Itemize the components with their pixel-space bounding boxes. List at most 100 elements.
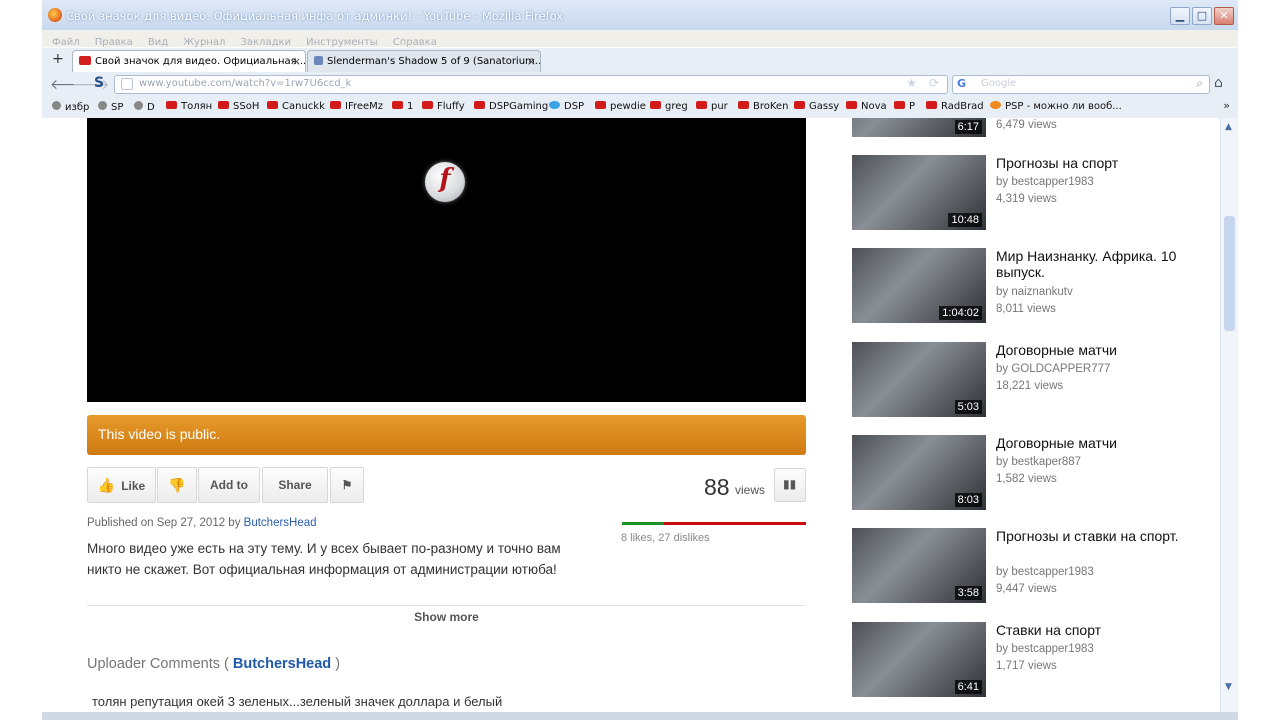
scroll-down-arrow-icon[interactable]: ▼ <box>1225 682 1232 692</box>
flash-plugin-icon[interactable]: f <box>425 162 465 202</box>
related-video-item[interactable]: 3:58 Прогнозы и ставки на спорт. by best… <box>850 528 1220 608</box>
bar-chart-icon: ▮▮ <box>783 477 797 491</box>
bookmark-item[interactable]: Canuckk <box>267 101 325 112</box>
youtube-icon <box>392 101 403 109</box>
related-video-item[interactable]: 8:03 Договорные матчи by bestkaper887 1,… <box>850 435 1220 515</box>
bookmark-item[interactable]: 1 <box>392 101 413 112</box>
gear-icon <box>52 101 61 110</box>
youtube-icon <box>650 101 661 109</box>
bookmark-label: Толян <box>181 101 213 112</box>
star-icon[interactable]: ★ <box>906 76 917 90</box>
tab-close-button[interactable]: × <box>527 51 536 72</box>
tab-inactive[interactable]: Slenderman's Shadow 5 of 9 (Sanatorium..… <box>307 50 541 72</box>
video-channel: by bestcapper1983 <box>996 643 1094 655</box>
like-button[interactable]: 👍 Like <box>87 467 156 503</box>
site-identity-icon[interactable] <box>121 78 133 90</box>
likes-dislikes-text: 8 likes, 27 dislikes <box>621 532 710 544</box>
related-video-item[interactable]: 10:48 Прогнозы на спорт by bestcapper198… <box>850 155 1220 235</box>
maximize-button[interactable]: □ <box>1192 7 1212 25</box>
youtube-icon <box>696 101 707 109</box>
bookmark-item[interactable]: Gassy <box>794 101 839 112</box>
scrollbar-thumb[interactable] <box>1224 216 1235 331</box>
video-thumbnail[interactable]: 6:41 <box>852 622 986 697</box>
published-line: Published on Sep 27, 2012 by ButchersHea… <box>87 517 317 529</box>
youtube-icon <box>926 101 937 109</box>
tab-close-button[interactable]: × <box>292 51 301 72</box>
video-player[interactable]: f <box>87 118 806 402</box>
uploader-comments-link[interactable]: ButchersHead <box>233 656 331 672</box>
bookmark-item[interactable]: SP <box>98 101 123 113</box>
dislike-button[interactable]: 👎 <box>157 467 197 503</box>
bookmark-item[interactable]: pur <box>696 101 728 112</box>
bookmark-item[interactable]: IFreeMz <box>330 101 383 112</box>
desktop-left-edge <box>0 0 42 720</box>
video-thumbnail[interactable]: 10:48 <box>852 155 986 230</box>
search-box[interactable]: G Google ⌕ <box>952 75 1210 94</box>
vertical-scrollbar[interactable]: ▲ ▼ <box>1220 118 1238 712</box>
share-button[interactable]: Share <box>262 467 328 503</box>
minimize-button[interactable]: ▁ <box>1170 7 1190 25</box>
video-views: 1,717 views <box>996 660 1057 672</box>
flag-button[interactable]: ⚑ <box>330 467 364 503</box>
video-title-link[interactable]: Ставки на спорт <box>996 622 1216 638</box>
gear-icon <box>98 101 107 110</box>
bookmark-item[interactable]: DSP <box>549 101 584 112</box>
bookmark-item[interactable]: P <box>894 101 915 112</box>
description-divider <box>87 605 806 606</box>
related-video-item[interactable]: 1:04:02 Мир Наизнанку. Африка. 10 выпуск… <box>850 248 1220 328</box>
video-title-link[interactable]: Договорные матчи <box>996 435 1216 451</box>
uploader-link[interactable]: ButchersHead <box>244 517 317 529</box>
bookmark-item[interactable]: BroKen <box>738 101 788 112</box>
search-placeholder: Google <box>981 78 1017 89</box>
close-window-button[interactable]: ✕ <box>1214 7 1234 25</box>
video-thumbnail[interactable]: 6:17 <box>852 118 986 137</box>
tab-active[interactable]: Свой значок для видео. Официальная... × <box>72 50 306 72</box>
url-bar[interactable]: www.youtube.com/watch?v=1rw7U6ccd_k ★ ⟳ <box>114 75 948 94</box>
twitter-icon <box>549 101 560 109</box>
related-video-item[interactable]: 6:17 6,479 views <box>850 118 1220 142</box>
duration-badge: 5:03 <box>954 400 982 414</box>
related-video-item[interactable]: 5:03 Договорные матчи by GOLDCAPPER777 1… <box>850 342 1220 422</box>
bookmark-item[interactable]: Nova <box>846 101 887 112</box>
video-thumbnail[interactable]: 3:58 <box>852 528 986 603</box>
new-tab-button[interactable]: + <box>52 51 64 67</box>
bookmark-item[interactable]: greg <box>650 101 688 112</box>
thumbs-down-icon: 👎 <box>168 477 186 493</box>
bookmark-item[interactable]: D <box>134 101 155 113</box>
bookmark-item[interactable]: pewdie <box>595 101 646 112</box>
home-icon[interactable]: ⌂ <box>1214 75 1223 91</box>
bookmark-item[interactable]: DSPGaming <box>474 101 548 112</box>
bookmark-item[interactable]: Толян <box>166 101 212 112</box>
bookmark-item[interactable]: PSP - можно ли вооб... <box>990 101 1122 112</box>
video-thumbnail[interactable]: 5:03 <box>852 342 986 417</box>
bookmark-label: IFreeMz <box>345 101 384 112</box>
bookmark-item[interactable]: избр <box>52 101 89 113</box>
video-title-link[interactable]: Прогнозы и ставки на спорт. <box>996 528 1216 544</box>
scroll-up-arrow-icon[interactable]: ▲ <box>1225 122 1232 132</box>
status-bar <box>42 712 1238 720</box>
video-views: 1,582 views <box>996 473 1057 485</box>
comment-text: толян репутация окей 3 зеленых...зеленый… <box>92 694 503 709</box>
video-thumbnail[interactable]: 8:03 <box>852 435 986 510</box>
bookmark-label: SSoH <box>233 101 260 112</box>
reload-icon[interactable]: ⟳ <box>929 76 939 90</box>
bookmark-item[interactable]: Fluffy <box>422 101 465 112</box>
s-icon[interactable]: S <box>94 75 104 91</box>
bookmark-item[interactable]: RadBrad <box>926 101 984 112</box>
video-title-link[interactable]: Прогнозы на спорт <box>996 155 1216 171</box>
video-title-link[interactable]: Мир Наизнанку. Африка. 10 выпуск. <box>996 248 1216 280</box>
show-more-button[interactable]: Show more <box>87 610 806 624</box>
bookmark-item[interactable]: SSoH <box>218 101 259 112</box>
bookmarks-overflow-chevron-icon[interactable]: » <box>1223 99 1230 112</box>
video-title-link[interactable]: Договорные матчи <box>996 342 1216 358</box>
stats-button[interactable]: ▮▮ <box>774 468 806 502</box>
navigation-bar: 🡐 🡒 S www.youtube.com/watch?v=1rw7U6ccd_… <box>42 72 1238 96</box>
bookmark-label: Gassy <box>809 101 840 112</box>
tab-label: Slenderman's Shadow 5 of 9 (Sanatorium..… <box>327 56 541 67</box>
search-icon[interactable]: ⌕ <box>1196 76 1203 91</box>
related-video-item[interactable]: 6:41 Ставки на спорт by bestcapper1983 1… <box>850 622 1220 702</box>
gear-icon <box>134 101 143 110</box>
video-thumbnail[interactable]: 1:04:02 <box>852 248 986 323</box>
google-icon: G <box>957 77 967 90</box>
add-to-button[interactable]: Add to <box>198 467 260 503</box>
